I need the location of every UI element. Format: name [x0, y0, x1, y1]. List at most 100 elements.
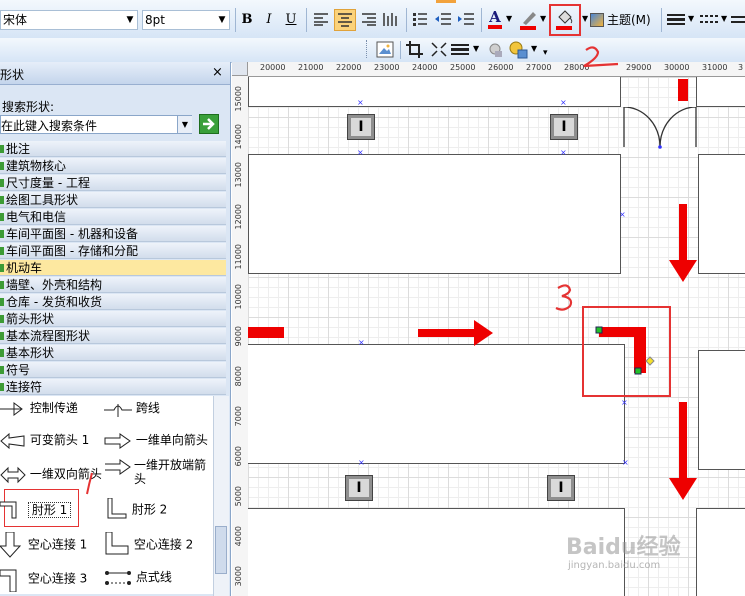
column-shape[interactable] [550, 114, 578, 140]
align-center-button[interactable] [334, 9, 356, 31]
chevron-down-icon[interactable]: ▼ [177, 116, 192, 133]
category-item[interactable]: 建筑物核心 [0, 158, 226, 174]
bullets-icon[interactable] [412, 12, 428, 26]
font-color-icon[interactable]: A [488, 8, 502, 30]
ruler-label: 3000 [234, 566, 243, 587]
connection-point: × [358, 458, 365, 467]
underline-button[interactable]: U [283, 10, 299, 30]
ruler-label: 30000 [664, 63, 690, 72]
column-shape[interactable] [345, 475, 373, 501]
decrease-indent-icon[interactable] [434, 12, 452, 26]
search-go-button[interactable] [199, 114, 219, 134]
variable-arrow-icon [0, 432, 25, 449]
column-shape[interactable] [347, 114, 375, 140]
stencil-scrollbar[interactable] [213, 396, 229, 596]
bold-button[interactable]: B [239, 10, 255, 30]
category-item[interactable]: 基本流程图形状 [0, 328, 226, 344]
font-size-combo[interactable]: 8pt ▼ [142, 10, 230, 30]
chevron-down-icon[interactable]: ▼ [123, 11, 137, 29]
close-icon[interactable]: × [212, 65, 223, 80]
fill-color-button[interactable] [549, 4, 581, 36]
category-item[interactable]: 尺寸度量 - 工程 [0, 175, 226, 191]
stencil-shape[interactable]: 一维开放端箭头 [104, 458, 210, 486]
category-item[interactable]: 批注 [0, 141, 226, 157]
search-input[interactable]: 在此键入搜索条件 ▼ [0, 115, 192, 134]
line-color-icon[interactable] [519, 9, 539, 31]
wall-block[interactable] [248, 344, 625, 464]
arrow-shape[interactable] [678, 79, 688, 101]
category-item[interactable]: 连接符 [0, 379, 226, 395]
shape-label: 空心连接 2 [133, 537, 194, 552]
category-item[interactable]: 电气和电信 [0, 209, 226, 225]
category-item[interactable]: 绘图工具形状 [0, 192, 226, 208]
scrollbar-thumb[interactable] [215, 526, 227, 574]
crop-icon[interactable] [406, 41, 424, 58]
hollow-connector-1-icon [0, 531, 22, 558]
category-item[interactable]: 基本形状 [0, 345, 226, 361]
line-ends-icon[interactable] [731, 13, 745, 25]
stencil-shape[interactable]: 可变箭头 1 [0, 429, 89, 451]
column-shape[interactable] [547, 475, 575, 501]
chevron-down-icon[interactable]: ▼ [688, 14, 694, 23]
stencil-shape[interactable]: 空心连接 2 [104, 531, 194, 555]
arrow-right-shape[interactable] [418, 320, 494, 346]
align-right-icon[interactable] [361, 12, 377, 26]
chevron-down-icon[interactable]: ▼ [215, 11, 229, 29]
chevron-down-icon[interactable]: ▼ [473, 44, 479, 53]
increase-indent-icon[interactable] [457, 12, 475, 26]
shape-label: 点式线 [135, 570, 172, 584]
ruler-label: 7000 [234, 406, 243, 427]
align-center-icon [338, 13, 352, 27]
line-weight-icon[interactable] [667, 13, 685, 25]
compress-icon[interactable] [430, 41, 448, 58]
shape-label: 空心连接 1 [27, 537, 88, 552]
stencil-shape[interactable]: 点式线 [104, 566, 172, 588]
stencil-shape[interactable]: 一维单向箭头 [104, 429, 208, 451]
shape-fill-icon[interactable] [507, 40, 529, 60]
ruler-label: 9000 [234, 326, 243, 347]
wall-block[interactable] [698, 154, 745, 274]
arrow-down-shape[interactable] [669, 402, 699, 502]
stencil-shape[interactable]: 空心连接 1 [0, 531, 88, 558]
align-left-icon[interactable] [313, 12, 329, 26]
distribute-icon[interactable] [382, 11, 400, 27]
line-pattern-icon[interactable] [700, 13, 718, 25]
category-item[interactable]: 符号 [0, 362, 226, 378]
theme-icon [590, 13, 604, 27]
wall-block[interactable] [248, 154, 621, 274]
italic-button[interactable]: I [261, 10, 277, 30]
chevron-down-icon[interactable]: ▼ [582, 14, 588, 23]
chevron-down-icon[interactable]: ▼ [531, 44, 537, 53]
stencil-shape[interactable]: 控制传递 [0, 397, 78, 419]
line-style-icon[interactable] [451, 43, 469, 55]
ruler-label: 12000 [234, 204, 243, 230]
category-item[interactable]: 车间平面图 - 存储和分配 [0, 243, 226, 259]
shape-label: 肘形 2 [131, 502, 168, 517]
chevron-down-icon[interactable]: ▼ [540, 14, 546, 23]
arrow-down-shape[interactable] [669, 204, 699, 284]
wall-block[interactable] [698, 350, 745, 470]
arrow-shape[interactable] [248, 327, 284, 338]
stencil-shape[interactable]: 跨线 [104, 397, 160, 419]
door-shape[interactable] [622, 107, 698, 151]
stencil-shape[interactable]: 肘形 2 [104, 497, 168, 520]
chevron-down-icon[interactable]: ▼ [506, 14, 512, 23]
stencil-shape-selected[interactable]: 肘形 1 [0, 498, 72, 520]
category-item[interactable]: 墙壁、外壳和结构 [0, 277, 226, 293]
stencil-shape[interactable]: 空心连接 3 [0, 566, 87, 593]
hollow-connector-3-icon [0, 569, 17, 593]
shadow-icon[interactable] [486, 41, 504, 59]
wall-block[interactable] [696, 77, 745, 107]
category-item-selected[interactable]: 机动车 [0, 260, 226, 276]
insert-picture-icon[interactable] [376, 41, 394, 58]
toolbar-options-icon[interactable]: ▾ [543, 48, 548, 58]
wall-block[interactable] [696, 508, 745, 596]
category-item[interactable]: 箭头形状 [0, 311, 226, 327]
theme-button[interactable]: 主题(M) [590, 10, 654, 30]
shape-label: 控制传递 [29, 401, 78, 415]
font-name-combo[interactable]: 宋体 ▼ [0, 10, 138, 30]
category-item[interactable]: 车间平面图 - 机器和设备 [0, 226, 226, 242]
category-item[interactable]: 仓库 - 发货和收货 [0, 294, 226, 310]
chevron-down-icon[interactable]: ▼ [721, 14, 727, 23]
drawing-canvas[interactable]: × × × × × × × × × Baidu经验 jingyan.baidu.… [248, 77, 745, 596]
